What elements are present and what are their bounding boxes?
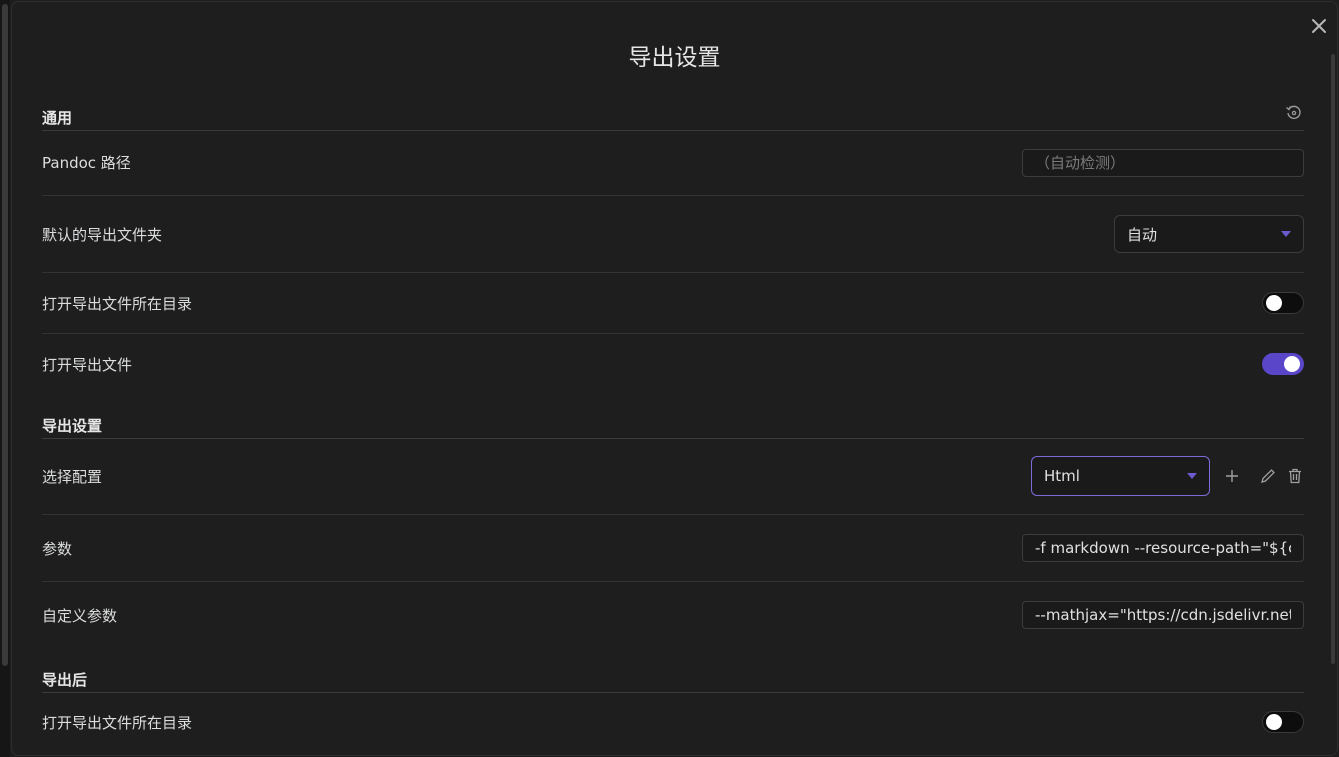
pandoc-path-label: Pandoc 路径: [42, 154, 131, 172]
trash-icon: [1289, 468, 1301, 484]
export-settings-modal: 导出设置 通用 Pandoc 路径 默认的导出文件夹 自动 打开导出文件所在目录…: [11, 1, 1338, 756]
custom-args-input[interactable]: [1022, 601, 1304, 629]
setting-row-profile: 选择配置 Html: [42, 438, 1304, 515]
toggle-knob: [1266, 295, 1282, 311]
setting-row-pandoc-path: Pandoc 路径: [42, 130, 1304, 196]
section-heading-general: 通用: [42, 105, 1304, 131]
setting-row-after-open-folder: 打开导出文件所在目录: [42, 692, 1304, 752]
setting-row-args: 参数: [42, 515, 1304, 582]
profile-controls: Html: [1031, 456, 1304, 496]
plus-icon: [1226, 470, 1238, 482]
setting-row-default-folder: 默认的导出文件夹 自动: [42, 196, 1304, 273]
caret-down-icon: [1187, 473, 1197, 479]
after-open-folder-toggle[interactable]: [1262, 711, 1304, 733]
background-scrollbar-thumb[interactable]: [2, 4, 8, 666]
open-folder-label: 打开导出文件所在目录: [42, 294, 193, 313]
add-profile-button[interactable]: [1214, 461, 1250, 491]
profile-selected: Html: [1044, 467, 1080, 485]
args-input[interactable]: [1022, 534, 1304, 562]
section-heading-export: 导出设置: [42, 415, 1304, 439]
reset-icon: [1286, 105, 1301, 119]
modal-scrollbar[interactable]: [1331, 54, 1335, 664]
toggle-knob: [1284, 356, 1300, 372]
default-folder-label: 默认的导出文件夹: [42, 225, 163, 244]
toggle-knob: [1266, 714, 1282, 730]
open-folder-toggle[interactable]: [1262, 292, 1304, 314]
default-folder-selected: 自动: [1127, 225, 1158, 244]
delete-profile-button[interactable]: [1286, 461, 1304, 491]
close-button[interactable]: [1307, 14, 1331, 38]
setting-row-open-file: 打开导出文件: [42, 334, 1304, 394]
pencil-icon: [1261, 469, 1275, 483]
args-label: 参数: [42, 539, 73, 558]
open-file-toggle[interactable]: [1262, 353, 1304, 375]
section-heading-after-label: 导出后: [42, 671, 88, 689]
section-heading-export-label: 导出设置: [42, 417, 103, 435]
profile-label: 选择配置: [42, 467, 103, 486]
after-open-folder-label: 打开导出文件所在目录: [42, 713, 193, 732]
custom-args-label: 自定义参数: [42, 606, 118, 625]
modal-title: 导出设置: [628, 45, 721, 71]
section-heading-after: 导出后: [42, 669, 1304, 693]
close-icon: [1312, 19, 1326, 33]
edit-profile-button[interactable]: [1250, 461, 1286, 491]
background-scrollbar[interactable]: [0, 0, 10, 757]
pandoc-path-input[interactable]: [1022, 148, 1304, 177]
setting-row-open-folder: 打开导出文件所在目录: [42, 273, 1304, 334]
reset-settings-button[interactable]: [1284, 103, 1304, 123]
setting-row-custom-args: 自定义参数: [42, 582, 1304, 648]
profile-dropdown[interactable]: Html: [1031, 456, 1210, 496]
section-heading-general-label: 通用: [42, 109, 73, 127]
default-folder-dropdown[interactable]: 自动: [1114, 215, 1304, 253]
caret-down-icon: [1281, 231, 1291, 237]
open-file-label: 打开导出文件: [42, 355, 133, 374]
